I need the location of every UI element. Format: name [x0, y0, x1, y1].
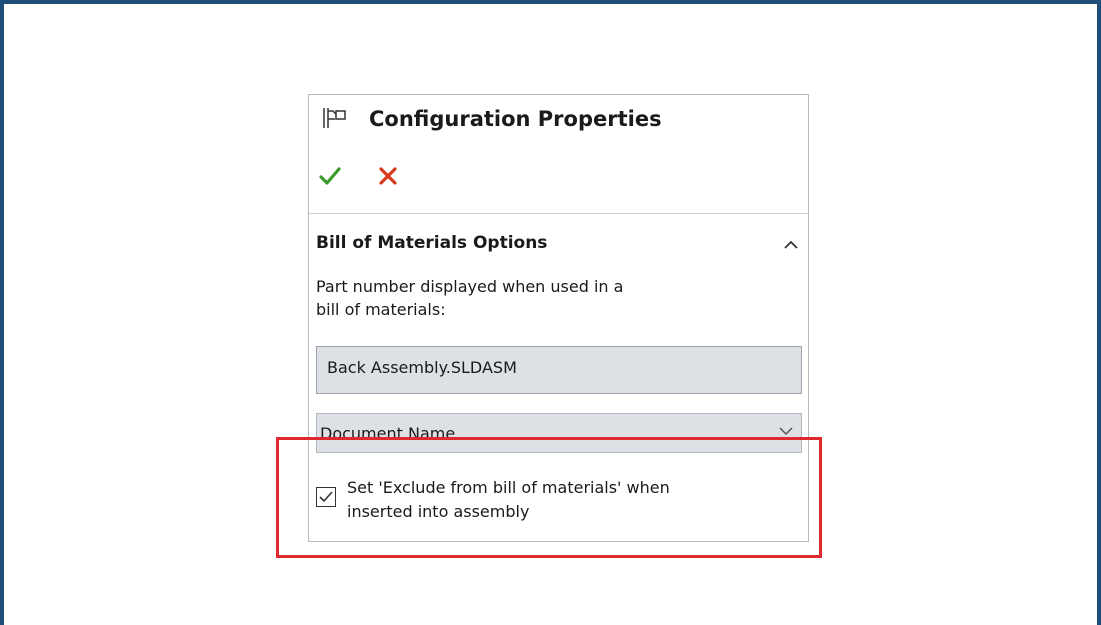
chevron-down-icon — [779, 427, 793, 436]
checkmark-icon — [319, 167, 341, 185]
part-number-description: Part number displayed when used in a bil… — [316, 275, 736, 321]
cancel-button[interactable] — [375, 163, 401, 189]
exclude-from-bom-checkbox[interactable] — [316, 487, 336, 507]
configuration-icon — [323, 108, 346, 128]
part-number-field[interactable]: Back Assembly.SLDASM — [316, 346, 802, 394]
checkbox-label-line-2: inserted into assembly — [347, 502, 530, 521]
ok-button[interactable] — [317, 163, 343, 189]
panel-header: Configuration Properties — [309, 95, 808, 214]
checkbox-label-line-1: Set 'Exclude from bill of materials' whe… — [347, 478, 670, 497]
panel-title: Configuration Properties — [369, 107, 662, 131]
part-number-source-dropdown[interactable]: Document Name — [316, 413, 802, 453]
checkmark-icon — [319, 491, 333, 503]
description-line-1: Part number displayed when used in a — [316, 277, 624, 296]
configuration-properties-panel: Configuration Properties Bill of Materia… — [308, 94, 809, 542]
dropdown-selected-value: Document Name — [320, 424, 456, 443]
x-icon — [379, 167, 397, 185]
collapse-section-button[interactable] — [781, 235, 801, 255]
description-line-2: bill of materials: — [316, 300, 446, 319]
section-title-bom-options: Bill of Materials Options — [316, 233, 548, 253]
chevron-up-icon — [784, 240, 798, 249]
exclude-from-bom-label[interactable]: Set 'Exclude from bill of materials' whe… — [347, 476, 787, 524]
